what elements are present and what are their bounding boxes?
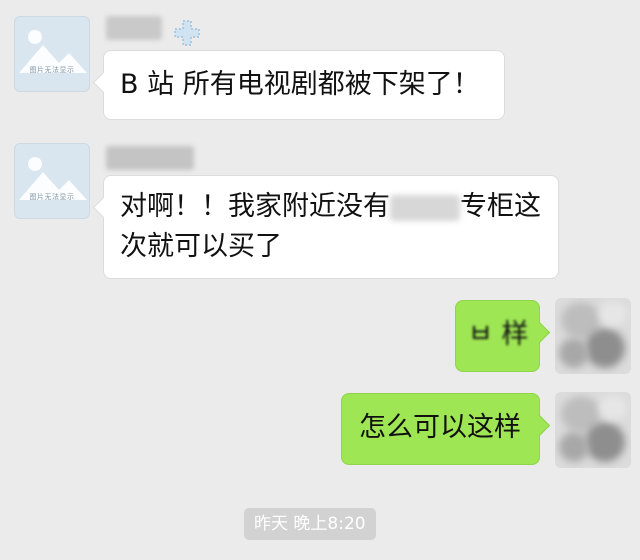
message-bubble[interactable]: ㅂ 样	[455, 300, 551, 372]
message-text: 专柜这	[460, 191, 541, 222]
own-avatar[interactable]	[555, 298, 631, 374]
badge-icon	[174, 20, 200, 46]
message-bubble[interactable]: 怎么可以这样	[341, 393, 551, 465]
avatar-caption: 图片无法显示	[29, 193, 75, 201]
message-text: 对啊！！我家附近没有	[120, 191, 390, 222]
placeholder-image-icon	[19, 157, 87, 200]
sender-name	[106, 16, 162, 40]
message-text: ㅂ 样	[468, 319, 529, 350]
timestamp-label: 昨天 晚上8:20	[244, 508, 376, 540]
sender-name	[106, 146, 194, 170]
placeholder-image-icon	[19, 30, 87, 73]
message-text: 次就可以买了	[120, 231, 282, 262]
message-bubble[interactable]: B 站 所有电视剧都被下架了！	[92, 50, 505, 120]
message-bubble[interactable]: 对啊！！我家附近没有 专柜这 次就可以买了	[92, 175, 559, 279]
sender-avatar[interactable]: 图片无法显示	[14, 143, 90, 219]
sender-avatar[interactable]: 图片无法显示	[14, 16, 90, 92]
message-text: B 站 所有电视剧都被下架了！	[120, 69, 480, 100]
avatar-caption: 图片无法显示	[29, 66, 75, 74]
chat-conversation: 图片无法显示 B 站 所有电视剧都被下架了！ 图片无法显示 对啊！！我家附近没有…	[0, 0, 640, 560]
message-text: 怎么可以这样	[359, 412, 521, 443]
own-avatar[interactable]	[555, 392, 631, 468]
redacted-text	[390, 194, 460, 221]
